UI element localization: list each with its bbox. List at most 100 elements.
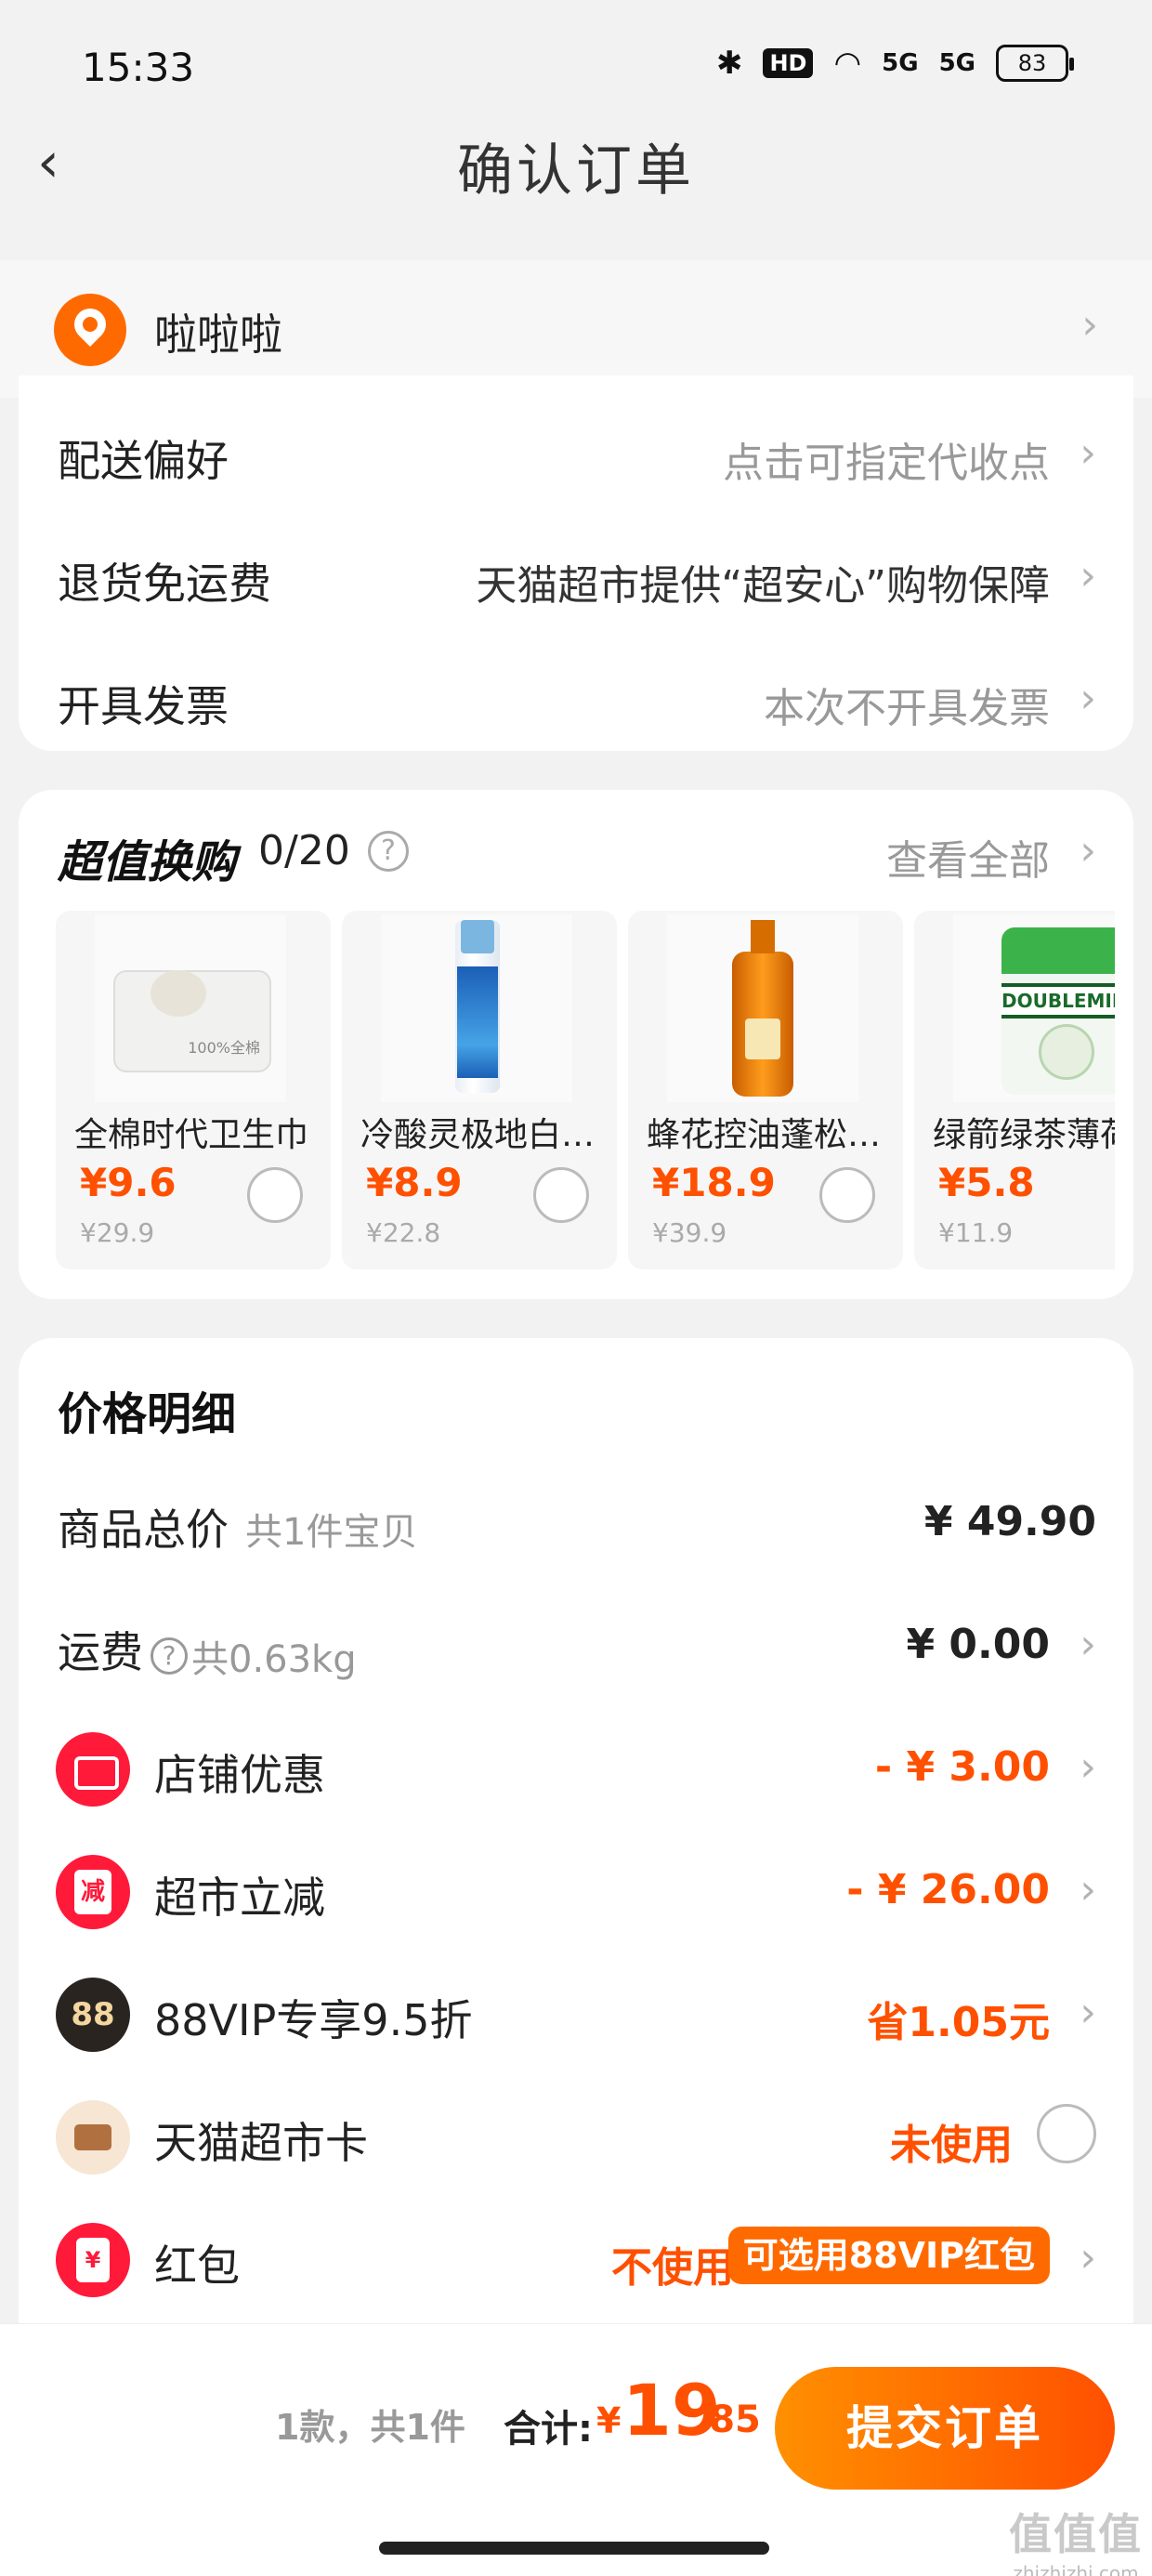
market-reduce-row[interactable]: 减 超市立减 - ¥ 26.00 › bbox=[19, 1833, 1133, 1944]
order-options-card: 配送偏好 点击可指定代收点 › 退货免运费 天猫超市提供“超安心”购物保障 › … bbox=[19, 375, 1133, 751]
product-select-radio[interactable] bbox=[247, 1167, 303, 1223]
total-label: 合计: bbox=[504, 2408, 593, 2451]
vip-88-icon: 88 bbox=[56, 1978, 130, 2052]
chevron-right-icon: › bbox=[1080, 1621, 1096, 1668]
shipping-value: ¥ 0.00 bbox=[906, 1621, 1051, 1668]
free-return-label: 退货免运费 bbox=[58, 559, 271, 609]
page-title: 确认订单 bbox=[457, 138, 695, 204]
watermark-logo: 值值值 bbox=[1009, 2509, 1143, 2559]
free-return-value: 天猫超市提供“超安心”购物保障 bbox=[476, 562, 1050, 610]
chevron-right-icon: › bbox=[1080, 675, 1096, 722]
product-image bbox=[381, 914, 572, 1102]
shop-discount-label: 店铺优惠 bbox=[154, 1750, 325, 1800]
status-icons: ✱ HD ◠ 5G 5G 83 bbox=[715, 45, 1074, 82]
goods-total-value: ¥ 49.90 bbox=[923, 1498, 1096, 1545]
hd-icon: HD bbox=[763, 48, 814, 78]
shipping-weight: 共0.63kg bbox=[191, 1637, 357, 1681]
watermark-url: zhizhizhi.com bbox=[1013, 2562, 1139, 2576]
reduce-icon: 减 bbox=[56, 1855, 130, 1929]
free-return-row[interactable]: 退货免运费 天猫超市提供“超安心”购物保障 › bbox=[19, 515, 1133, 637]
invoice-label: 开具发票 bbox=[58, 681, 229, 731]
help-icon[interactable]: ? bbox=[151, 1636, 188, 1675]
price-detail-title: 价格明细 bbox=[58, 1388, 237, 1440]
product-name: 蜂花控油蓬松洗发水 bbox=[647, 1116, 897, 1154]
battery-icon: 83 bbox=[996, 45, 1074, 82]
product-price: ¥8.9 bbox=[366, 1160, 463, 1205]
red-packet-value: 不使用 bbox=[611, 2244, 734, 2292]
item-count-summary: 1款，共1件 bbox=[275, 2407, 465, 2448]
product-original-price: ¥22.8 bbox=[366, 1217, 441, 1248]
product-price: ¥5.8 bbox=[938, 1160, 1035, 1205]
product-name: 绿箭绿茶薄荷糖 bbox=[933, 1116, 1115, 1154]
exchange-title: 超值换购 bbox=[58, 836, 237, 888]
market-card-row[interactable]: 天猫超市卡 未使用 bbox=[19, 2078, 1133, 2189]
product-image bbox=[667, 914, 858, 1102]
help-icon[interactable]: ? bbox=[368, 831, 409, 872]
chevron-right-icon: › bbox=[1080, 1989, 1096, 2036]
delivery-preference-label: 配送偏好 bbox=[58, 436, 229, 486]
invoice-row[interactable]: 开具发票 本次不开具发票 › bbox=[19, 637, 1133, 760]
total-currency: ¥ bbox=[596, 2400, 622, 2441]
wifi-icon: ◠ bbox=[833, 45, 862, 82]
chevron-right-icon: › bbox=[1080, 552, 1096, 599]
product-card[interactable]: 全棉时代卫生巾 ¥9.6 ¥29.9 bbox=[56, 911, 331, 1269]
watermark: 值值值 zhizhizhi.com bbox=[1009, 2501, 1143, 2576]
shipping-row[interactable]: 运费? 共0.63kg ¥ 0.00 › bbox=[19, 1587, 1133, 1699]
product-card[interactable]: 蜂花控油蓬松洗发水 ¥18.9 ¥39.9 bbox=[628, 911, 903, 1269]
checkout-bar: 1款，共1件 合计: ¥ 19 .85 提交订单 值值值 zhizhizhi.c… bbox=[0, 2323, 1152, 2576]
product-original-price: ¥39.9 bbox=[652, 1217, 727, 1248]
price-detail-card: 价格明细 商品总价 共1件宝贝 ¥ 49.90 运费? 共0.63kg ¥ 0.00… bbox=[19, 1338, 1133, 2323]
product-select-radio[interactable] bbox=[533, 1167, 589, 1223]
market-card-value: 未使用 bbox=[890, 2122, 1013, 2169]
shipping-label: 运费 bbox=[58, 1627, 143, 1677]
chevron-right-icon: › bbox=[1080, 2234, 1096, 2281]
signal-icon: 5G bbox=[882, 49, 919, 77]
goods-count: 共1件宝贝 bbox=[245, 1511, 418, 1554]
product-original-price: ¥29.9 bbox=[80, 1217, 155, 1248]
exchange-count: 0/20 bbox=[258, 827, 350, 874]
view-all-link[interactable]: 查看全部 bbox=[886, 827, 1050, 887]
vip-discount-value: 省1.05元 bbox=[867, 1999, 1050, 2046]
product-image: DOUBLEMINT bbox=[953, 914, 1115, 1102]
chevron-right-icon[interactable]: › bbox=[1080, 827, 1096, 874]
delivery-preference-value: 点击可指定代收点 bbox=[723, 440, 1050, 487]
product-name: 冷酸灵极地白牙膏 bbox=[360, 1116, 611, 1154]
product-price: ¥18.9 bbox=[652, 1160, 776, 1205]
address-name: 啦啦啦 bbox=[154, 309, 282, 360]
chevron-right-icon: › bbox=[1081, 301, 1098, 348]
product-name: 全棉时代卫生巾 bbox=[74, 1116, 309, 1154]
red-packet-label: 红包 bbox=[154, 2241, 240, 2291]
delivery-preference-row[interactable]: 配送偏好 点击可指定代收点 › bbox=[19, 392, 1133, 515]
home-indicator[interactable] bbox=[379, 2542, 769, 2555]
signal-icon-2: 5G bbox=[938, 49, 975, 77]
red-packet-row[interactable]: ¥ 红包 不使用 可选用88VIP红包 › bbox=[19, 2201, 1133, 2312]
goods-total-row: 商品总价 共1件宝贝 ¥ 49.90 bbox=[19, 1465, 1133, 1576]
market-card-radio[interactable] bbox=[1037, 2104, 1096, 2163]
location-pin-icon bbox=[54, 294, 126, 366]
product-original-price: ¥11.9 bbox=[938, 1217, 1014, 1248]
vip-red-packet-pill[interactable]: 可选用88VIP红包 bbox=[727, 2227, 1050, 2284]
vip-discount-row[interactable]: 88 88VIP专享9.5折 省1.05元 › bbox=[19, 1955, 1133, 2067]
wallet-card-icon bbox=[56, 2100, 130, 2175]
vip-discount-label: 88VIP专享9.5折 bbox=[154, 1995, 473, 2045]
shop-discount-row[interactable]: 店铺优惠 - ¥ 3.00 › bbox=[19, 1710, 1133, 1821]
submit-order-button[interactable]: 提交订单 bbox=[775, 2367, 1115, 2490]
product-image bbox=[95, 914, 286, 1102]
red-packet-icon: ¥ bbox=[56, 2223, 130, 2297]
status-bar: 15:33 ✱ HD ◠ 5G 5G 83 bbox=[0, 0, 1152, 139]
product-price: ¥9.6 bbox=[80, 1160, 177, 1205]
status-time: 15:33 bbox=[82, 45, 195, 90]
market-reduce-label: 超市立减 bbox=[154, 1873, 325, 1923]
chevron-right-icon: › bbox=[1080, 429, 1096, 477]
product-select-radio[interactable] bbox=[819, 1167, 875, 1223]
invoice-value: 本次不开具发票 bbox=[764, 685, 1050, 732]
chevron-right-icon: › bbox=[1080, 1866, 1096, 1913]
exchange-product-list: 全棉时代卫生巾 ¥9.6 ¥29.9 冷酸灵极地白牙膏 ¥8.9 ¥22.8 蜂… bbox=[56, 911, 1115, 1273]
bluetooth-icon: ✱ bbox=[715, 45, 743, 82]
shop-discount-value: - ¥ 3.00 bbox=[874, 1743, 1050, 1791]
coupon-icon bbox=[56, 1732, 130, 1807]
market-reduce-value: - ¥ 26.00 bbox=[846, 1866, 1050, 1913]
exchange-card: 超值换购 0/20 ? 查看全部 › 全棉时代卫生巾 ¥9.6 ¥29.9 冷酸… bbox=[19, 790, 1133, 1299]
product-card[interactable]: DOUBLEMINT 绿箭绿茶薄荷糖 ¥5.8 ¥11.9 bbox=[914, 911, 1115, 1269]
product-card[interactable]: 冷酸灵极地白牙膏 ¥8.9 ¥22.8 bbox=[342, 911, 617, 1269]
